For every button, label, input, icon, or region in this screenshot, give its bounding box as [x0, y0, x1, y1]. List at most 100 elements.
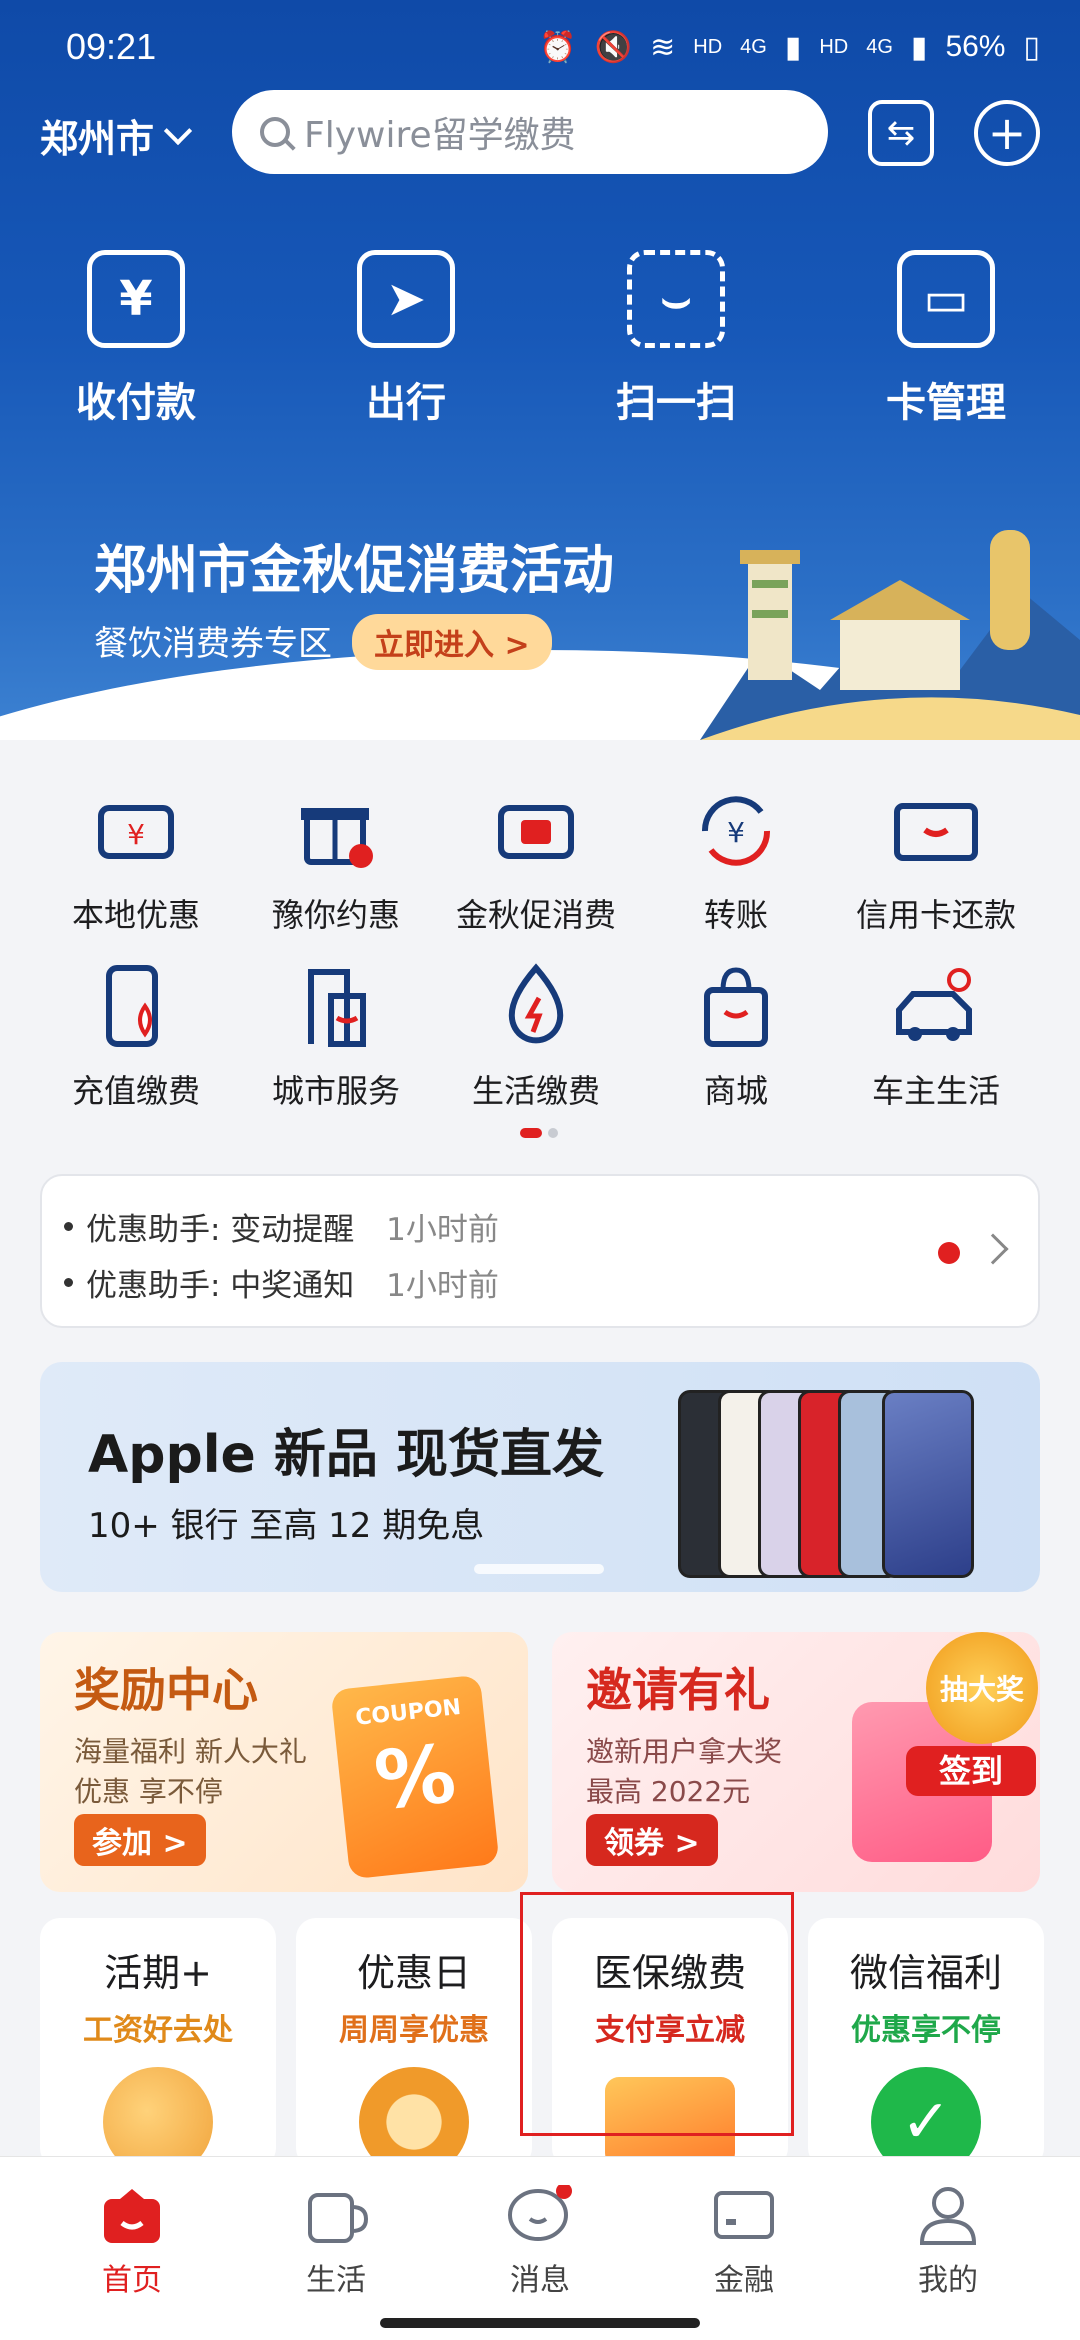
signal-icon-2: ▮	[910, 30, 928, 64]
profile-icon	[916, 2185, 980, 2245]
wifi-icon: ≋	[650, 30, 676, 64]
battery-icon: ▯	[1023, 30, 1040, 64]
service-city[interactable]: 城市服务	[236, 962, 436, 1112]
sign-in-button[interactable]: 签到	[906, 1746, 1036, 1796]
quick-action-label: 卡管理	[886, 380, 1006, 426]
chevron-right-icon[interactable]	[977, 1233, 1009, 1265]
checkmark-icon: ✓	[871, 2067, 981, 2168]
banner-subtitle: 餐饮消费券专区	[94, 624, 332, 664]
banner-title: 郑州市金秋促消费活动	[94, 541, 615, 601]
highlight-box	[520, 1892, 794, 2136]
notice-item[interactable]: 优惠助手: 变动提醒 1小时前	[64, 1204, 499, 1249]
page-indicator	[548, 1128, 558, 1138]
feature-subtitle: 工资好去处	[83, 2013, 233, 2048]
bottom-tab-bar: 首页 生活 消息 金融 我的	[0, 2156, 1080, 2340]
city-selector[interactable]: 郑州市	[40, 108, 193, 163]
quick-action-pay[interactable]: ¥ 收付款	[56, 250, 216, 428]
transfer-icon: ¥	[691, 786, 781, 876]
banner-landmark-illustration	[700, 530, 1080, 740]
promo-line: 最高 2022元	[586, 1775, 751, 1808]
notice-text: 优惠助手: 中奖通知	[86, 1268, 355, 1304]
signal-icon-1: ▮	[784, 30, 802, 64]
service-label: 金秋促消费	[455, 896, 616, 934]
quick-action-travel[interactable]: ➤ 出行	[326, 250, 486, 428]
apple-banner-subtitle: 10+ 银行 至高 12 期免息	[88, 1506, 485, 1546]
service-yu-deals[interactable]: 豫你约惠	[236, 786, 436, 936]
battery-percent: 56%	[945, 30, 1006, 63]
tab-messages[interactable]: 消息	[460, 2183, 620, 2299]
service-credit-repay[interactable]: 信用卡还款	[836, 786, 1036, 936]
home-icon	[100, 2185, 164, 2245]
switch-arrows-icon: ⇆	[886, 113, 916, 153]
service-label: 城市服务	[271, 1072, 400, 1110]
join-button[interactable]: 参加 >	[74, 1814, 206, 1866]
feature-card-discount-day[interactable]: 优惠日 周周享优惠	[296, 1918, 532, 2168]
page-indicator-active	[520, 1128, 542, 1138]
notice-panel[interactable]: 优惠助手: 变动提醒 1小时前 优惠助手: 中奖通知 1小时前	[40, 1174, 1040, 1328]
feature-card-savings[interactable]: 活期+ 工资好去处	[40, 1918, 276, 2168]
carousel-indicator	[474, 1564, 604, 1574]
unread-dot	[938, 1242, 960, 1264]
credit-card-icon	[891, 786, 981, 876]
tab-finance[interactable]: 金融	[664, 2185, 824, 2299]
service-local-deals[interactable]: ¥ 本地优惠	[36, 786, 236, 936]
city-label: 郑州市	[40, 117, 155, 161]
search-placeholder: Flywire留学缴费	[304, 115, 576, 156]
svg-text:¥: ¥	[127, 818, 145, 851]
notice-time: 1小时前	[386, 1268, 499, 1304]
lion-mascot-icon	[359, 2067, 469, 2168]
service-autumn-consumption[interactable]: 金秋促消费	[436, 786, 636, 936]
reward-center-card[interactable]: 奖励中心 海量福利 新人大礼 优惠 享不停 参加 > COUPON %	[40, 1632, 528, 1892]
notice-text: 优惠助手: 变动提醒	[86, 1212, 355, 1248]
tab-label: 金融	[714, 2263, 774, 2298]
percent-icon: %	[370, 1727, 460, 1828]
quick-action-label: 出行	[366, 380, 446, 426]
service-mall[interactable]: 商城	[636, 962, 836, 1112]
navigation-icon: ➤	[357, 250, 455, 348]
feature-card-wechat[interactable]: 微信福利 优惠享不停 ✓	[808, 1918, 1044, 2168]
tab-home[interactable]: 首页	[52, 2185, 212, 2299]
search-bar[interactable]: Flywire留学缴费	[232, 90, 828, 174]
shopping-bag-icon	[691, 962, 781, 1052]
notice-time: 1小时前	[386, 1212, 499, 1248]
service-label: 豫你约惠	[271, 896, 400, 934]
add-button[interactable]: +	[974, 100, 1040, 166]
quick-action-scan[interactable]: ⌣ 扫一扫	[596, 250, 756, 428]
lottery-badge[interactable]: 抽大奖	[926, 1632, 1038, 1744]
alarm-icon: ⏰	[539, 30, 577, 64]
service-car-owner[interactable]: 车主生活	[836, 962, 1036, 1112]
service-utilities[interactable]: 生活缴费	[436, 962, 636, 1112]
scan-icon: ⌣	[627, 250, 725, 348]
status-icons: ⏰ 🔇 ≋ HD 4G ▮ HD 4G ▮ 56% ▯	[539, 22, 1040, 72]
home-indicator[interactable]	[380, 2318, 700, 2328]
apple-promo-banner[interactable]: Apple 新品 现货直发 10+ 银行 至高 12 期免息	[40, 1362, 1040, 1592]
service-label: 车主生活	[871, 1072, 1000, 1110]
apple-banner-title: Apple 新品 现货直发	[88, 1425, 604, 1485]
service-transfer[interactable]: ¥ 转账	[636, 786, 836, 936]
status-time: 09:21	[66, 26, 157, 67]
tab-profile[interactable]: 我的	[868, 2185, 1028, 2299]
tab-life[interactable]: 生活	[256, 2185, 416, 2299]
tab-label: 首页	[102, 2263, 162, 2298]
notice-item[interactable]: 优惠助手: 中奖通知 1小时前	[64, 1260, 499, 1305]
invite-card[interactable]: 邀请有礼 邀新用户拿大奖 最高 2022元 领券 > 抽大奖 签到	[552, 1632, 1040, 1892]
message-icon	[508, 2183, 572, 2245]
feature-subtitle: 周周享优惠	[339, 2013, 489, 2048]
gift-box-icon	[291, 786, 381, 876]
network-label-4: 4G	[866, 35, 893, 58]
service-label: 信用卡还款	[855, 896, 1016, 934]
quick-action-label: 扫一扫	[616, 380, 736, 426]
banner-enter-button[interactable]: 立即进入 >	[352, 614, 552, 670]
service-label: 本地优惠	[71, 896, 200, 934]
service-label: 商城	[703, 1072, 768, 1110]
network-label-1: HD	[693, 35, 723, 58]
claim-button[interactable]: 领券 >	[586, 1814, 718, 1866]
header-hero: 09:21 ⏰ 🔇 ≋ HD 4G ▮ HD 4G ▮ 56% ▯ 郑州市 Fl…	[0, 0, 1080, 740]
quick-action-card[interactable]: ▭ 卡管理	[866, 250, 1026, 428]
finance-card-icon	[712, 2185, 776, 2245]
promo-title: 奖励中心	[74, 1663, 258, 1717]
service-topup[interactable]: 充值缴费	[36, 962, 236, 1112]
switch-button[interactable]: ⇆	[868, 100, 934, 166]
phone-image	[882, 1390, 974, 1578]
yen-receipt-icon: ¥	[87, 250, 185, 348]
